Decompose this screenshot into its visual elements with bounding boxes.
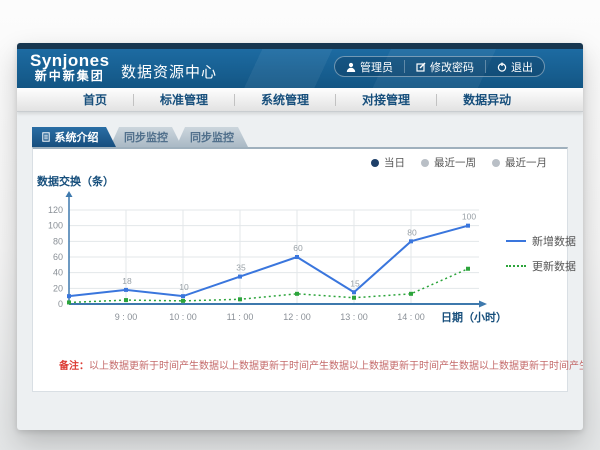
tab-sync-monitor-1[interactable]: 同步监控 xyxy=(110,127,182,147)
tab-sync-monitor-2[interactable]: 同步监控 xyxy=(176,127,248,147)
logo-text-cn: 新中新集团 xyxy=(30,70,110,83)
nav-item-system-mgmt[interactable]: 系统管理 xyxy=(235,91,335,108)
legend-update-data-label: 更新数据 xyxy=(532,258,576,274)
svg-text:100: 100 xyxy=(48,221,63,231)
tab-sync-monitor-1-label: 同步监控 xyxy=(124,129,168,145)
svg-text:18: 18 xyxy=(122,276,132,286)
footnote: 备注：以上数据更新于时间产生数据以上数据更新于时间产生数据以上数据更新于时间产生… xyxy=(59,357,549,372)
main-nav: 首页 标准管理 系统管理 对接管理 数据异动 xyxy=(17,88,583,112)
x-axis-title: 日期（小时） xyxy=(441,309,507,325)
svg-text:80: 80 xyxy=(407,227,417,237)
svg-text:80: 80 xyxy=(53,236,63,246)
chart-legend: 新增数据 更新数据 xyxy=(506,233,576,274)
edit-icon xyxy=(416,62,426,72)
legend-update-data[interactable]: 更新数据 xyxy=(506,258,576,274)
svg-text:100: 100 xyxy=(462,212,476,222)
svg-text:12 : 00: 12 : 00 xyxy=(283,312,311,322)
legend-new-data-label: 新增数据 xyxy=(532,233,576,249)
svg-text:10: 10 xyxy=(179,282,189,292)
svg-text:10 : 00: 10 : 00 xyxy=(169,312,197,322)
nav-item-home[interactable]: 首页 xyxy=(57,91,133,108)
page-title: 数据资源中心 xyxy=(121,61,217,82)
chart-panel: 当日 最近一周 最近一月 数据交换（条） 9 : 0010 : 0011 : 0… xyxy=(32,147,568,392)
user-menu-change-password-label: 修改密码 xyxy=(430,59,474,75)
tab-bar: 系统介绍 同步监控 同步监控 xyxy=(32,127,248,147)
app-window: Synjones 新中新集团 数据资源中心 管理员 修改密码 xyxy=(17,43,583,430)
app-header: Synjones 新中新集团 数据资源中心 管理员 修改密码 xyxy=(17,49,583,88)
svg-text:13 : 00: 13 : 00 xyxy=(340,312,368,322)
svg-text:20: 20 xyxy=(53,283,63,293)
svg-text:120: 120 xyxy=(48,205,63,215)
document-icon xyxy=(42,132,50,142)
nav-item-standard-mgmt[interactable]: 标准管理 xyxy=(134,91,234,108)
user-menu-change-password[interactable]: 修改密码 xyxy=(404,60,485,73)
svg-text:60: 60 xyxy=(293,243,303,253)
power-icon xyxy=(497,62,507,72)
user-menu-logout-label: 退出 xyxy=(511,59,533,75)
user-icon xyxy=(346,62,356,72)
svg-text:15: 15 xyxy=(350,278,360,288)
svg-text:35: 35 xyxy=(236,263,246,273)
legend-new-data[interactable]: 新增数据 xyxy=(506,233,576,249)
tab-sync-monitor-2-label: 同步监控 xyxy=(190,129,234,145)
nav-item-data-change[interactable]: 数据异动 xyxy=(437,91,537,108)
svg-text:11 : 00: 11 : 00 xyxy=(227,312,254,322)
user-menu: 管理员 修改密码 退出 xyxy=(334,56,545,77)
nav-item-interface-mgmt[interactable]: 对接管理 xyxy=(336,91,436,108)
svg-text:40: 40 xyxy=(53,268,63,278)
user-menu-logout[interactable]: 退出 xyxy=(485,60,544,73)
svg-text:14 : 00: 14 : 00 xyxy=(397,312,425,322)
svg-text:0: 0 xyxy=(58,299,63,309)
legend-line-sample-dotted xyxy=(506,265,526,267)
svg-text:60: 60 xyxy=(53,252,63,262)
footnote-text: 以上数据更新于时间产生数据以上数据更新于时间产生数据以上数据更新于时间产生数据以… xyxy=(89,361,583,372)
logo-text-en: Synjones xyxy=(30,52,110,70)
company-logo[interactable]: Synjones 新中新集团 xyxy=(30,52,110,82)
tab-system-intro-label: 系统介绍 xyxy=(55,129,99,145)
legend-line-sample-solid xyxy=(506,240,526,242)
user-menu-admin[interactable]: 管理员 xyxy=(335,60,404,73)
tab-system-intro[interactable]: 系统介绍 xyxy=(32,127,116,147)
svg-text:9 : 00: 9 : 00 xyxy=(115,312,138,322)
footnote-label: 备注： xyxy=(59,361,89,372)
user-menu-admin-label: 管理员 xyxy=(360,59,393,75)
